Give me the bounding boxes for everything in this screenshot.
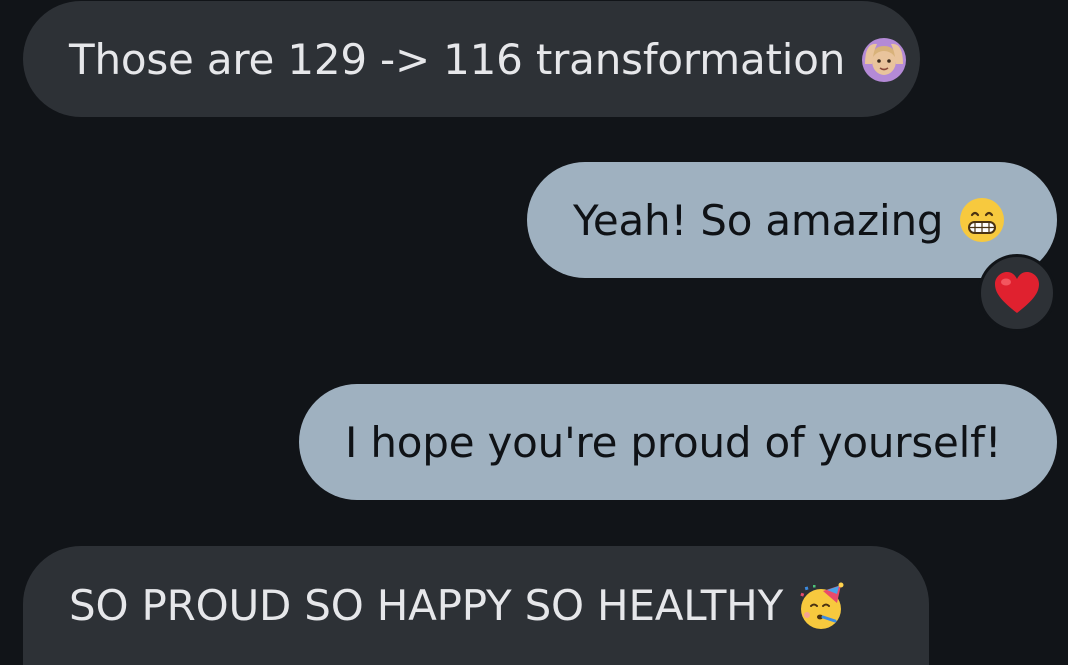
person-gesturing-ok-icon [859,34,909,84]
grinning-face-icon [957,195,1007,245]
message-text: Those are 129 -> 116 transformation [69,34,846,84]
message-text: Yeah! So amazing [573,195,944,245]
message-text: SO PROUD SO HAPPY SO HEALTHY [69,581,784,630]
red-heart-icon [993,271,1041,315]
reaction-badge[interactable] [978,254,1056,332]
message-bubble-incoming[interactable]: Those are 129 -> 116 transformation [23,1,920,117]
message-text: I hope you're proud of yourself! [345,417,1002,467]
message-bubble-outgoing[interactable]: Yeah! So amazing [527,162,1057,278]
message-bubble-outgoing[interactable]: I hope you're proud of yourself! [299,384,1057,500]
message-thread: Those are 129 -> 116 transformation Yeah… [0,0,1068,665]
message-bubble-incoming[interactable]: SO PROUD SO HAPPY SO HEALTHY [23,546,929,665]
partying-face-icon [797,581,847,631]
